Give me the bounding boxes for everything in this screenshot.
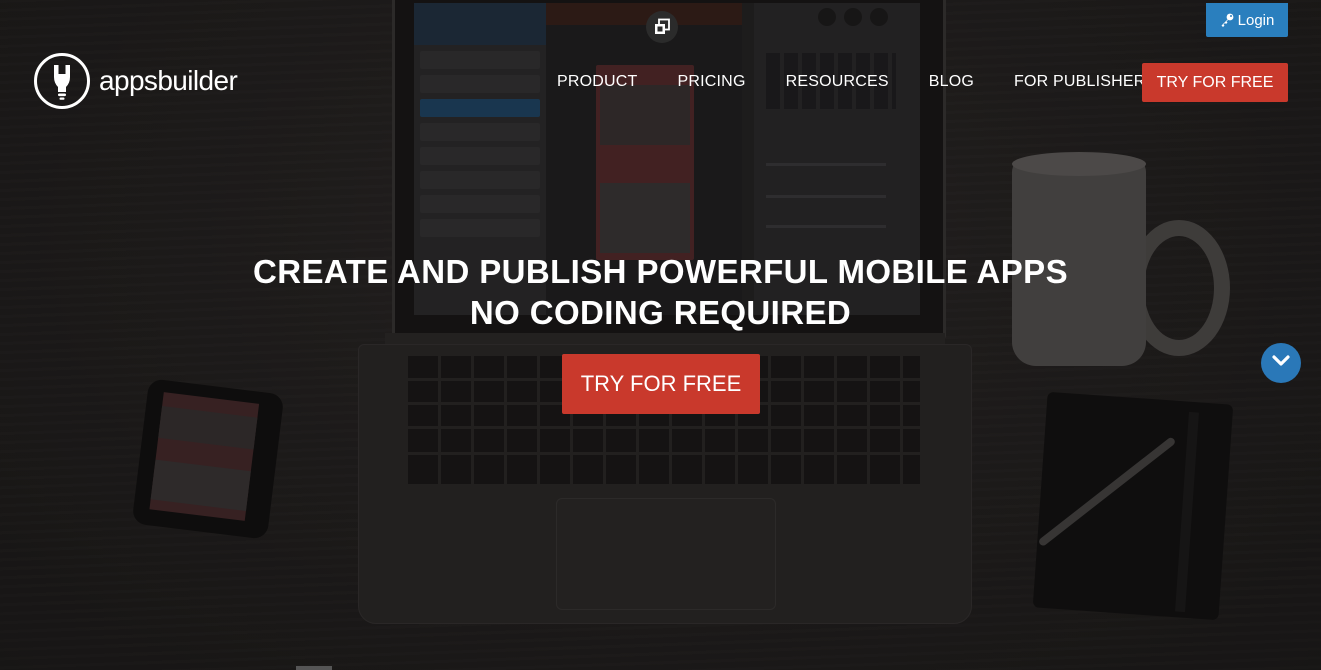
login-label: Login [1237,11,1275,29]
nav-product[interactable]: PRODUCT [557,73,638,91]
brand-name: appsbuilder [99,65,238,96]
bottom-scroll-indicator [296,666,332,670]
lightbulb-wrench-icon [34,53,90,109]
nav-resources[interactable]: RESOURCES [786,73,889,91]
hero-title-line2: NO CODING REQUIRED [469,294,852,331]
clone-icon[interactable] [646,11,678,43]
login-button[interactable]: Login [1206,3,1288,37]
nav-pricing[interactable]: PRICING [678,73,746,91]
brand-logo[interactable]: appsbuilder [34,53,238,109]
key-icon [1220,13,1234,27]
nav-for-publishers[interactable]: FOR PUBLISHERS [1014,73,1156,91]
main-nav: PRODUCT PRICING RESOURCES BLOG FOR PUBLI… [557,63,1196,101]
header-try-for-free-button[interactable]: TRY FOR FREE [1142,63,1288,102]
nav-blog[interactable]: BLOG [929,73,974,91]
chevron-down-icon [1272,354,1290,372]
hero-title-line1: CREATE AND PUBLISH POWERFUL MOBILE APPS [253,253,1068,290]
scroll-down-button[interactable] [1261,343,1301,383]
hero-try-for-free-button[interactable]: TRY FOR FREE [562,354,760,414]
